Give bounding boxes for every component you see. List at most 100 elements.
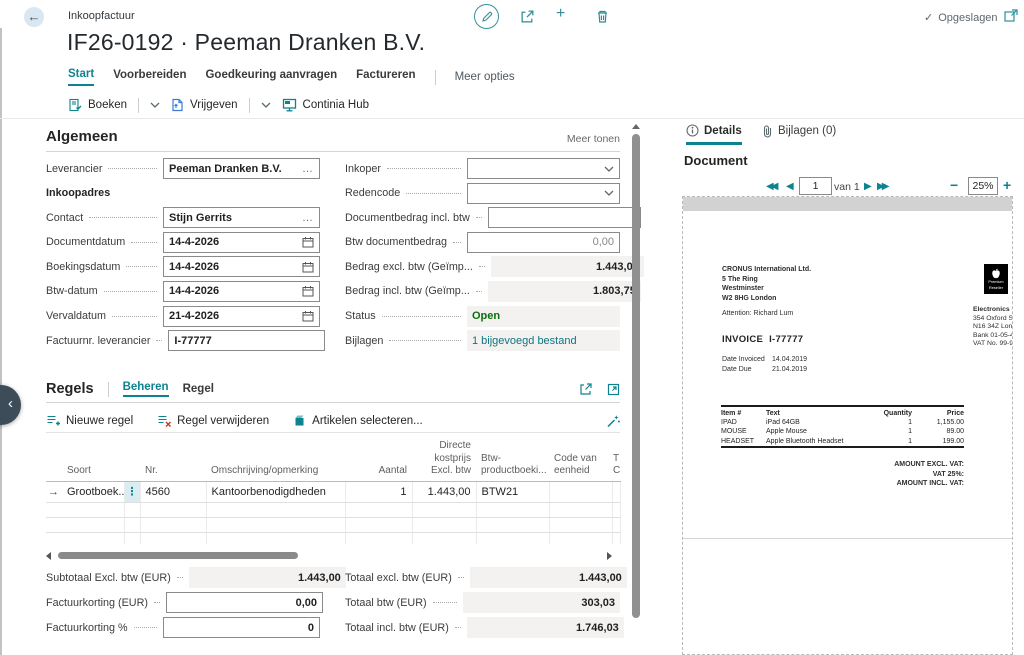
popout-icon bbox=[1004, 9, 1018, 22]
general-section-header: Algemeen Meer tonen bbox=[46, 128, 620, 152]
attachment-link[interactable]: 1 bijgevoegd bestand bbox=[472, 335, 615, 347]
boekingsdatum-input[interactable]: 14-4-2026 bbox=[163, 256, 320, 277]
cell-soort[interactable]: Grootboek... bbox=[62, 481, 124, 502]
tab-bijlagen[interactable]: Bijlagen (0) bbox=[762, 124, 836, 143]
hscroll-thumb[interactable] bbox=[58, 552, 298, 559]
col-nr[interactable]: Nr. bbox=[140, 438, 206, 481]
lines-tab-beheren[interactable]: Beheren bbox=[123, 381, 169, 397]
zoom-level-input[interactable]: 25% bbox=[968, 177, 998, 195]
tab-factureren[interactable]: Factureren bbox=[356, 69, 415, 85]
horizontal-scrollbar[interactable] bbox=[46, 551, 620, 560]
post-dropdown-button[interactable] bbox=[150, 102, 160, 108]
page-number-input[interactable]: 1 bbox=[799, 177, 832, 195]
preview-toolbar-strip bbox=[683, 197, 1012, 211]
dropdown-chevron-icon[interactable] bbox=[604, 190, 614, 196]
lines-tab-regel[interactable]: Regel bbox=[183, 383, 214, 395]
documentdatum-input[interactable]: 14-4-2026 bbox=[163, 232, 320, 253]
cell-aantal[interactable]: 1 bbox=[345, 481, 412, 502]
field-factuurnr-leverancier: Factuurnr. leverancier I-77777 bbox=[46, 330, 320, 351]
dropdown-chevron-icon[interactable] bbox=[604, 166, 614, 172]
scroll-left-arrow[interactable] bbox=[46, 552, 51, 560]
release-button[interactable]: Vrijgeven bbox=[171, 98, 238, 112]
add-icon: + bbox=[556, 5, 565, 22]
popout-button[interactable] bbox=[1004, 9, 1018, 22]
factuurkorting-eur-input[interactable]: 0,00 bbox=[166, 592, 323, 613]
cell-eenheid[interactable] bbox=[549, 481, 612, 502]
redencode-select[interactable] bbox=[467, 183, 620, 204]
col-code-van-eenheid[interactable]: Code van eenheid bbox=[549, 438, 612, 481]
delete-line-icon bbox=[157, 414, 171, 428]
post-button[interactable]: Boeken bbox=[68, 98, 127, 112]
first-page-button[interactable]: ◀◀ bbox=[766, 179, 775, 195]
calendar-icon[interactable] bbox=[302, 236, 314, 248]
col-directe-kostprijs[interactable]: Directe kostprijs Excl. btw bbox=[412, 438, 476, 481]
last-page-button[interactable]: ▶▶ bbox=[877, 179, 886, 195]
post-icon bbox=[68, 98, 82, 112]
col-btw-productboeking[interactable]: Btw-productboeki... bbox=[476, 438, 549, 481]
share-button[interactable] bbox=[520, 9, 535, 24]
cell-nr[interactable]: 4560 bbox=[140, 481, 206, 502]
documentbedrag-input[interactable] bbox=[488, 207, 641, 228]
delete-line-button[interactable]: Regel verwijderen bbox=[157, 414, 269, 428]
tab-voorbereiden[interactable]: Voorbereiden bbox=[113, 69, 186, 85]
next-page-button[interactable]: ▶ bbox=[864, 179, 872, 195]
show-more-link[interactable]: Meer tonen bbox=[567, 133, 620, 145]
zoom-in-button[interactable]: + bbox=[1003, 177, 1011, 193]
field-bedrag-incl-btw: Bedrag incl. btw (Geïmp... 1.803,75 bbox=[345, 281, 620, 302]
vervaldatum-input[interactable]: 21-4-2026 bbox=[163, 306, 320, 327]
col-soort[interactable]: Soort bbox=[62, 438, 124, 481]
invoice-number: INVOICE I-77777 bbox=[722, 334, 803, 345]
calendar-icon[interactable] bbox=[302, 310, 314, 322]
back-button[interactable]: ← bbox=[24, 7, 44, 27]
col-clipped[interactable]: T C bbox=[612, 438, 620, 481]
btw-datum-input[interactable]: 14-4-2026 bbox=[163, 281, 320, 302]
calendar-icon[interactable] bbox=[302, 285, 314, 297]
tab-details[interactable]: Details bbox=[686, 124, 742, 145]
col-omschrijving[interactable]: Omschrijving/opmerking bbox=[206, 438, 345, 481]
new-button[interactable]: + bbox=[556, 5, 565, 23]
tab-start[interactable]: Start bbox=[68, 68, 94, 86]
new-line-button[interactable]: Nieuwe regel bbox=[46, 414, 133, 428]
edit-button[interactable] bbox=[474, 4, 499, 29]
cell-omschrijving[interactable]: Kantoorbenodigdheden bbox=[206, 481, 345, 502]
factuurkorting-pct-input[interactable]: 0 bbox=[163, 617, 320, 638]
scroll-up-arrow[interactable] bbox=[632, 124, 640, 129]
new-line-icon bbox=[46, 414, 60, 428]
select-items-button[interactable]: Artikelen selecteren... bbox=[293, 414, 423, 427]
scroll-right-arrow[interactable] bbox=[607, 552, 612, 560]
continia-hub-button[interactable]: Continia Hub bbox=[282, 98, 369, 112]
app-left-edge bbox=[0, 28, 2, 655]
leverancier-input[interactable]: Peeman Dranken B.V.… bbox=[163, 158, 320, 179]
lines-share-button[interactable] bbox=[579, 382, 593, 396]
prev-page-button[interactable]: ◀ bbox=[786, 179, 794, 195]
assist-edit-icon[interactable]: … bbox=[302, 212, 314, 224]
release-dropdown-button[interactable] bbox=[261, 102, 271, 108]
action-bar: Boeken Vrijgeven Continia Hub bbox=[68, 93, 369, 117]
assist-edit-icon[interactable]: … bbox=[302, 163, 314, 175]
row-menu-button[interactable]: ⋮ bbox=[124, 481, 140, 502]
lines-grid: Soort Nr. Omschrijving/opmerking Aantal … bbox=[46, 438, 622, 544]
btw-documentbedrag-input[interactable]: 0,00 bbox=[467, 232, 620, 253]
delete-button[interactable] bbox=[596, 9, 609, 24]
general-heading: Algemeen bbox=[46, 128, 118, 145]
zoom-out-button[interactable]: − bbox=[950, 177, 958, 193]
document-preview[interactable]: CRONUS International Ltd. 5 The Ring Wes… bbox=[682, 196, 1013, 655]
header-divider bbox=[0, 118, 1024, 119]
tab-divider bbox=[435, 70, 436, 85]
chevron-down-icon bbox=[261, 102, 271, 108]
calendar-icon[interactable] bbox=[302, 261, 314, 273]
cell-directe-kostprijs[interactable]: 1.443,00 bbox=[412, 481, 476, 502]
lines-expand-button[interactable] bbox=[607, 383, 620, 396]
more-options-button[interactable]: Meer opties bbox=[455, 71, 515, 83]
collapse-panel-button[interactable]: ‹ bbox=[0, 385, 21, 425]
vertical-scrollbar[interactable] bbox=[630, 121, 642, 655]
factuurnr-input[interactable]: I-77777 bbox=[168, 330, 325, 351]
cell-btw[interactable]: BTW21 bbox=[476, 481, 549, 502]
inkoper-select[interactable] bbox=[467, 158, 620, 179]
table-row-empty bbox=[46, 532, 620, 544]
contact-input[interactable]: Stijn Gerrits… bbox=[163, 207, 320, 228]
personalize-button[interactable] bbox=[606, 414, 620, 428]
tab-goedkeuring-aanvragen[interactable]: Goedkeuring aanvragen bbox=[205, 69, 337, 85]
col-aantal[interactable]: Aantal bbox=[345, 438, 412, 481]
vscroll-thumb[interactable] bbox=[632, 134, 640, 618]
